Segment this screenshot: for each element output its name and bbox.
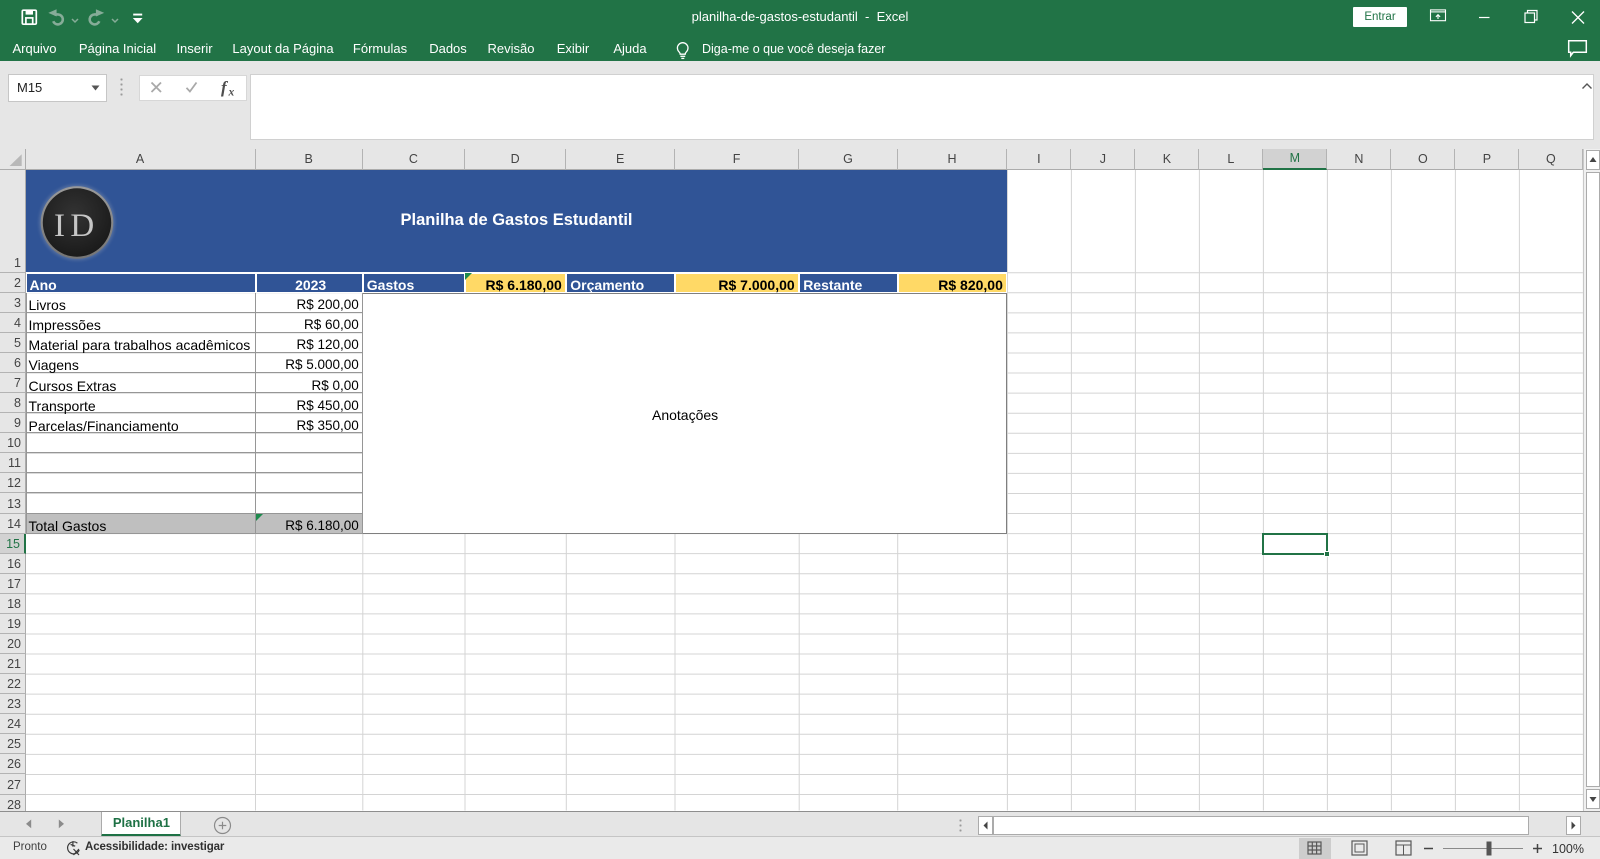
svg-text:100%: 100% bbox=[1552, 842, 1584, 856]
svg-text:I: I bbox=[54, 235, 65, 271]
svg-text:D: D bbox=[70, 235, 94, 271]
svg-text:x: x bbox=[228, 87, 235, 98]
